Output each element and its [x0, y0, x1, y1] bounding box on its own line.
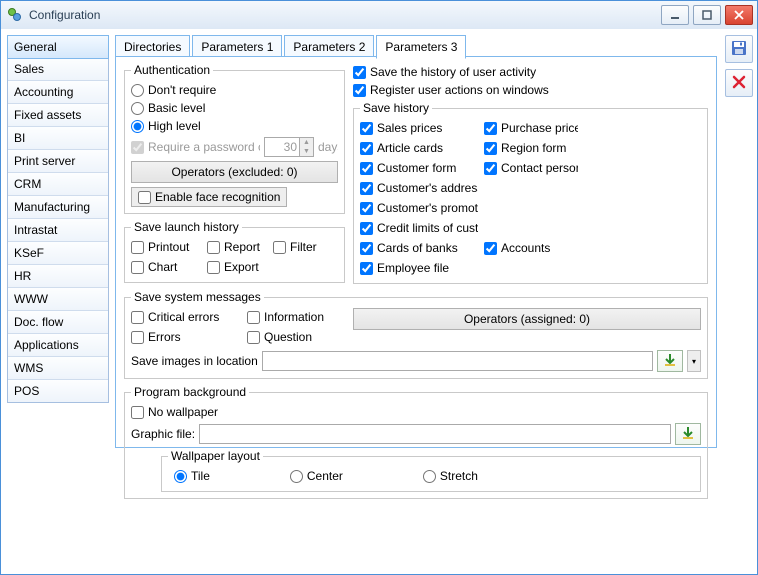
sidebar-item-applications[interactable]: Applications [8, 334, 108, 357]
button-enable-face-recognition[interactable]: Enable face recognition [131, 187, 287, 207]
label-days: days [318, 140, 338, 154]
spin-up-icon[interactable]: ▲ [299, 138, 313, 147]
button-browse-images[interactable] [657, 350, 683, 372]
button-operators-excluded[interactable]: Operators (excluded: 0) [131, 161, 338, 183]
checkbox-errors[interactable]: Errors [131, 328, 241, 346]
close-button[interactable] [725, 5, 753, 25]
tab-parameters-3[interactable]: Parameters 3 [376, 35, 466, 59]
spin-down-icon[interactable]: ▼ [299, 147, 313, 156]
radio-center[interactable]: Center [290, 467, 343, 485]
checkbox-accounts[interactable]: Accounts [484, 239, 578, 257]
sidebar-item-sales[interactable]: Sales [8, 58, 108, 81]
checkbox-filter[interactable]: Filter [273, 238, 317, 256]
group-authentication: Authentication Don't require Basic level… [124, 63, 345, 214]
checkbox-chart[interactable]: Chart [131, 258, 201, 276]
checkbox-export[interactable]: Export [207, 258, 267, 276]
checkbox-article-cards[interactable]: Article cards [360, 139, 478, 157]
checkbox-customer-addresses[interactable]: Customer's addresses [360, 179, 478, 197]
sidebar-item-doc-flow[interactable]: Doc. flow [8, 311, 108, 334]
dropdown-images-location[interactable]: ▾ [687, 350, 701, 372]
radio-high-level[interactable]: High level [131, 117, 338, 135]
download-arrow-icon [663, 353, 677, 370]
sidebar-item-wms[interactable]: WMS [8, 357, 108, 380]
group-wallpaper-layout: Wallpaper layout Tile Center Stretch [161, 449, 701, 492]
checkbox-report[interactable]: Report [207, 238, 267, 256]
checkbox-credit-limits[interactable]: Credit limits of customer's card [360, 219, 478, 237]
save-button[interactable] [725, 35, 753, 63]
maximize-button[interactable] [693, 5, 721, 25]
input-pwd-days[interactable] [265, 138, 299, 156]
window-title: Configuration [29, 8, 661, 22]
legend-program-background: Program background [131, 385, 249, 399]
legend-save-history: Save history [360, 101, 432, 115]
sidebar-item-bi[interactable]: BI [8, 127, 108, 150]
titlebar: Configuration [1, 1, 757, 30]
input-images-location[interactable] [262, 351, 653, 371]
checkbox-no-wallpaper[interactable]: No wallpaper [131, 403, 701, 421]
minimize-button[interactable] [661, 5, 689, 25]
checkbox-question[interactable]: Question [247, 328, 347, 346]
radio-stretch[interactable]: Stretch [423, 467, 478, 485]
group-launch-history: Save launch history Printout Chart Repor… [124, 220, 345, 283]
sidebar-item-pos[interactable]: POS [8, 380, 108, 402]
sidebar-item-www[interactable]: WWW [8, 288, 108, 311]
checkbox-sales-prices[interactable]: Sales prices [360, 119, 478, 137]
checkbox-require-pwd-change [131, 141, 144, 154]
group-program-background: Program background No wallpaper Graphic … [124, 385, 708, 499]
app-icon [7, 7, 23, 23]
checkbox-customer-form[interactable]: Customer form [360, 159, 478, 177]
legend-authentication: Authentication [131, 63, 213, 77]
label-graphic-file: Graphic file: [131, 427, 195, 441]
checkbox-save-history-user-activity[interactable]: Save the history of user activity [353, 63, 708, 81]
group-system-messages: Save system messages Critical errors Err… [124, 290, 708, 379]
sidebar-item-fixed-assets[interactable]: Fixed assets [8, 104, 108, 127]
label-save-images: Save images in location [131, 354, 258, 368]
label-require-pwd-change: Require a password change every [148, 140, 260, 154]
sidebar-item-crm[interactable]: CRM [8, 173, 108, 196]
configuration-window: Configuration General Sales Accounting F… [0, 0, 758, 575]
checkbox-register-user-actions[interactable]: Register user actions on windows [353, 81, 708, 99]
checkbox-region-form[interactable]: Region form [484, 139, 578, 157]
checkbox-critical-errors[interactable]: Critical errors [131, 308, 241, 326]
sidebar: General Sales Accounting Fixed assets BI… [7, 35, 109, 403]
legend-system-messages: Save system messages [131, 290, 264, 304]
sidebar-item-accounting[interactable]: Accounting [8, 81, 108, 104]
sidebar-item-ksef[interactable]: KSeF [8, 242, 108, 265]
tab-content: Authentication Don't require Basic level… [115, 56, 717, 448]
legend-wallpaper-layout: Wallpaper layout [168, 449, 263, 463]
checkbox-information[interactable]: Information [247, 308, 347, 326]
radio-tile[interactable]: Tile [174, 467, 210, 485]
x-icon [732, 75, 746, 92]
checkbox-purchase-price[interactable]: Purchase price [484, 119, 578, 137]
tab-bar: Directories Parameters 1 Parameters 2 Pa… [115, 35, 717, 57]
cancel-button[interactable] [725, 69, 753, 97]
checkbox-customer-promotions[interactable]: Customer's promotions [360, 199, 478, 217]
sidebar-item-general[interactable]: General [7, 35, 109, 59]
legend-launch-history: Save launch history [131, 220, 242, 234]
input-graphic-file[interactable] [199, 424, 671, 444]
floppy-icon [731, 40, 747, 59]
download-arrow-icon [681, 426, 695, 443]
button-operators-assigned[interactable]: Operators (assigned: 0) [353, 308, 701, 330]
sidebar-item-intrastat[interactable]: Intrastat [8, 219, 108, 242]
button-browse-graphic[interactable] [675, 423, 701, 445]
sidebar-item-hr[interactable]: HR [8, 265, 108, 288]
spinner-pwd-days[interactable]: ▲▼ [264, 137, 314, 157]
checkbox-printout[interactable]: Printout [131, 238, 201, 256]
checkbox-employee-file[interactable]: Employee file [360, 259, 478, 277]
sidebar-item-manufacturing[interactable]: Manufacturing [8, 196, 108, 219]
checkbox-contact-persons[interactable]: Contact persons [484, 159, 578, 177]
checkbox-cards-of-banks[interactable]: Cards of banks [360, 239, 478, 257]
sidebar-item-print-server[interactable]: Print server [8, 150, 108, 173]
radio-dont-require[interactable]: Don't require [131, 81, 338, 99]
group-save-history: Save history Sales prices Article cards … [353, 101, 708, 284]
radio-basic-level[interactable]: Basic level [131, 99, 338, 117]
